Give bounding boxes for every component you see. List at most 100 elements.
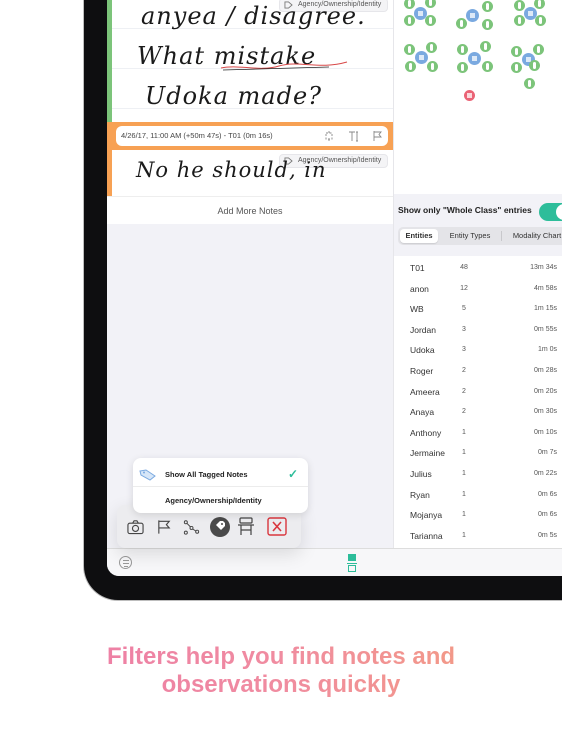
group-node[interactable] bbox=[466, 9, 479, 22]
flag-icon[interactable] bbox=[372, 130, 384, 142]
split-view-icon[interactable] bbox=[347, 553, 357, 573]
student-node[interactable] bbox=[482, 61, 493, 72]
entity-count: 12 bbox=[460, 284, 468, 292]
entity-name: Anthony bbox=[410, 427, 442, 438]
student-node[interactable] bbox=[511, 46, 522, 57]
whole-class-toggle[interactable] bbox=[539, 203, 562, 221]
entity-duration: 0m 10s bbox=[534, 428, 557, 436]
entity-row[interactable]: T01 48 13m 34s bbox=[394, 258, 562, 278]
student-node[interactable] bbox=[482, 1, 493, 12]
underline-annotation bbox=[220, 61, 348, 71]
entity-duration: 0m 55s bbox=[534, 325, 557, 333]
entity-row[interactable]: Ameera 2 0m 20s bbox=[394, 382, 562, 402]
close-icon[interactable] bbox=[267, 517, 287, 536]
entity-name: T01 bbox=[410, 263, 425, 273]
tab-entity-types[interactable]: Entity Types bbox=[442, 229, 498, 243]
menu-item-agency-ownership-identity[interactable]: Agency/Ownership/Identity bbox=[133, 487, 308, 514]
filter-button[interactable] bbox=[119, 556, 132, 569]
entity-row[interactable]: Tarianna 1 0m 5s bbox=[394, 526, 562, 546]
student-node[interactable] bbox=[514, 15, 525, 26]
app-screen: Agency/Ownership/Identity anyea / disagr… bbox=[107, 0, 562, 576]
handwriting-line: No he should, in bbox=[136, 158, 327, 182]
student-node[interactable] bbox=[456, 18, 467, 29]
entity-name: Jordan bbox=[410, 324, 436, 335]
student-node[interactable] bbox=[480, 41, 491, 52]
student-node[interactable] bbox=[457, 62, 468, 73]
student-node[interactable] bbox=[404, 15, 415, 26]
note-body: Agency/Ownership/Identity No he should, … bbox=[112, 150, 393, 196]
student-node[interactable] bbox=[425, 0, 436, 8]
text-icon[interactable] bbox=[348, 130, 360, 142]
entity-row[interactable]: Jordan 3 0m 55s bbox=[394, 320, 562, 340]
student-node[interactable] bbox=[404, 0, 415, 9]
teacher-node[interactable] bbox=[464, 90, 475, 101]
entity-row[interactable]: Anthony 1 0m 10s bbox=[394, 423, 562, 443]
caption-line: Filters help you find notes and bbox=[106, 643, 456, 670]
add-more-notes-button[interactable]: Add More Notes bbox=[107, 196, 393, 224]
entity-count: 1 bbox=[462, 449, 466, 457]
entity-row[interactable]: Jermaine 1 0m 7s bbox=[394, 443, 562, 463]
menu-item-show-all-tagged[interactable]: Show All Tagged Notes ✓ bbox=[133, 461, 308, 488]
entity-row[interactable]: Roger 2 0m 28s bbox=[394, 361, 562, 381]
entity-duration: 0m 20s bbox=[534, 387, 557, 395]
entity-row[interactable]: anon 12 4m 58s bbox=[394, 279, 562, 299]
entity-count: 2 bbox=[462, 408, 466, 416]
entity-duration: 0m 22s bbox=[534, 470, 557, 477]
entity-duration: 0m 5s bbox=[537, 531, 557, 539]
menu-item-label: Agency/Ownership/Identity bbox=[165, 496, 262, 505]
caption-line: observations quickly bbox=[161, 671, 401, 698]
note-card[interactable]: Agency/Ownership/Identity anyea / disagr… bbox=[107, 0, 393, 122]
entity-row[interactable]: Julius 1 0m 22s bbox=[394, 464, 562, 484]
entity-row[interactable]: Ryan 1 0m 6s bbox=[394, 485, 562, 505]
bottom-bar bbox=[107, 548, 562, 576]
marketing-caption: Filters help you find notes and observat… bbox=[0, 643, 562, 699]
entity-row[interactable]: Mojanya 1 0m 6s bbox=[394, 505, 562, 525]
group-node[interactable] bbox=[468, 52, 481, 65]
student-node[interactable] bbox=[405, 61, 416, 72]
group-node[interactable] bbox=[415, 51, 428, 64]
entities-panel: Show only "Whole Class" entries Entities… bbox=[393, 0, 562, 548]
resize-icon[interactable] bbox=[323, 130, 335, 142]
student-node[interactable] bbox=[534, 0, 545, 9]
entity-row[interactable]: WB 5 1m 15s bbox=[394, 299, 562, 319]
student-node[interactable] bbox=[425, 15, 436, 26]
entity-name: Udoka bbox=[410, 345, 435, 356]
entity-network-graph[interactable] bbox=[394, 0, 562, 194]
entity-count: 3 bbox=[462, 346, 466, 354]
student-node[interactable] bbox=[457, 44, 468, 55]
flag-icon[interactable] bbox=[156, 519, 173, 535]
panel-tabs: Entities Entity Types Modality Chart bbox=[398, 227, 562, 245]
entity-name: Mojanya bbox=[410, 510, 443, 521]
toggle-knob bbox=[556, 204, 562, 220]
tab-entities[interactable]: Entities bbox=[400, 229, 438, 243]
student-node[interactable] bbox=[524, 78, 535, 89]
entity-count: 1 bbox=[462, 490, 466, 498]
network-icon[interactable] bbox=[183, 519, 200, 535]
entity-row[interactable]: Anaya 2 0m 30s bbox=[394, 402, 562, 422]
student-node[interactable] bbox=[529, 60, 540, 71]
desk-icon[interactable] bbox=[237, 517, 255, 537]
tab-modality-chart[interactable]: Modality Chart bbox=[504, 229, 562, 243]
entity-name: Julius bbox=[410, 469, 432, 479]
student-node[interactable] bbox=[482, 19, 493, 30]
student-node[interactable] bbox=[426, 42, 437, 53]
entity-name: Anaya bbox=[410, 407, 435, 418]
note-timestamp: 4/26/17, 11:00 AM (+50m 47s) - T01 (0m 1… bbox=[121, 131, 273, 140]
camera-icon[interactable] bbox=[127, 519, 144, 535]
entity-count: 1 bbox=[462, 511, 466, 519]
student-node[interactable] bbox=[514, 0, 525, 11]
student-node[interactable] bbox=[511, 62, 522, 73]
tab-divider bbox=[501, 231, 502, 241]
checkmark-icon: ✓ bbox=[287, 467, 298, 481]
note-card-selected[interactable]: 4/26/17, 11:00 AM (+50m 47s) - T01 (0m 1… bbox=[107, 122, 393, 196]
student-node[interactable] bbox=[427, 61, 438, 72]
entity-name: Roger bbox=[410, 366, 434, 376]
student-node[interactable] bbox=[535, 15, 546, 26]
student-node[interactable] bbox=[533, 44, 544, 55]
entity-count: 2 bbox=[462, 367, 466, 374]
tag-icon[interactable] bbox=[209, 516, 231, 538]
entity-duration: 0m 6s bbox=[537, 511, 557, 519]
student-node[interactable] bbox=[404, 44, 415, 55]
note-meta-bar: 4/26/17, 11:00 AM (+50m 47s) - T01 (0m 1… bbox=[116, 126, 388, 146]
entity-row[interactable]: Udoka 3 1m 0s bbox=[394, 340, 562, 360]
